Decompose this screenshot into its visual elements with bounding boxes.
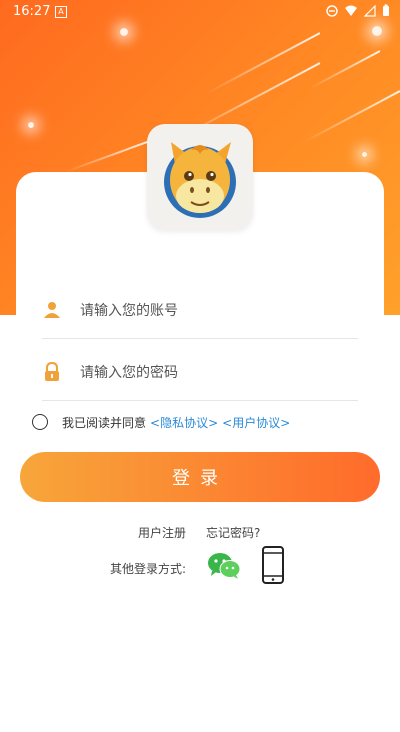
password-field [42,340,358,401]
login-button[interactable]: 登录 [20,452,380,502]
agreement-row: 我已阅读并同意 <隐私协议> <用户协议> [32,412,290,432]
phone-login-icon[interactable] [260,545,286,585]
account-input[interactable] [78,296,342,326]
agree-text: 我已阅读并同意 [62,415,147,430]
sparkle [372,26,382,36]
app-logo [147,124,253,230]
agree-radio[interactable] [32,414,48,430]
sparkle [120,28,128,36]
signal-icon [364,4,376,17]
light-streak [308,50,381,90]
sparkle [28,122,34,128]
light-streak [65,140,151,173]
light-streak [204,32,321,95]
user-icon [44,302,60,318]
do-not-disturb-icon [326,4,338,17]
battery-icon [383,4,389,16]
status-time: 16:27 [13,4,51,19]
light-streak [302,90,400,144]
register-link[interactable]: 用户注册 [138,524,186,541]
sparkle [362,152,367,157]
forgot-password-link[interactable]: 忘记密码? [206,524,260,541]
wifi-icon [345,5,357,16]
password-input[interactable] [78,358,342,388]
user-agreement-link[interactable]: <用户协议> [222,414,290,431]
lock-icon [45,362,59,381]
other-login-label: 其他登录方式: [110,562,187,576]
account-field [42,278,358,339]
notification-icon: A [55,6,67,18]
wechat-icon[interactable] [206,551,242,581]
horse-mascot-icon [164,142,236,218]
privacy-link[interactable]: <隐私协议> [150,414,218,431]
status-bar: 16:27 A [0,0,400,24]
